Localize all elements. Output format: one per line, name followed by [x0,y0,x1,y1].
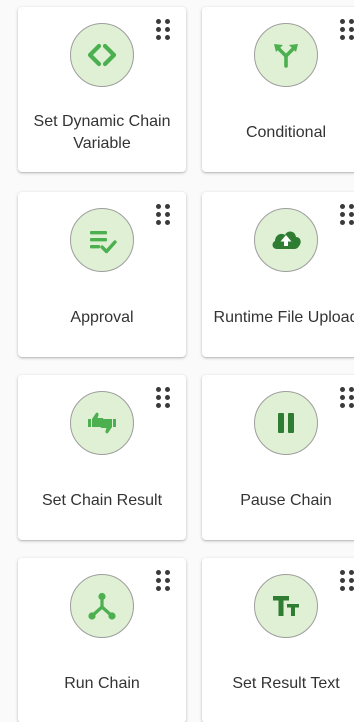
drag-handle-icon[interactable] [156,570,172,592]
thumbs-up-down-icon [70,391,134,455]
card-label: Approval [70,309,134,326]
card-approval[interactable]: Approval [18,192,186,357]
text-size-icon [254,574,318,638]
cloud-upload-icon [254,208,318,272]
branch-nodes-icon [70,574,134,638]
code-brackets-icon [70,23,134,87]
card-label: Run Chain [64,675,140,692]
card-conditional[interactable]: Conditional [202,7,354,172]
card-label: Conditional [245,124,327,141]
drag-handle-icon[interactable] [340,204,354,226]
list-check-icon [70,208,134,272]
card-label: Set Chain Result [41,492,163,509]
drag-handle-icon[interactable] [340,19,354,41]
card-set-dynamic-chain-variable[interactable]: Set Dynamic Chain Variable [18,7,186,172]
drag-handle-icon[interactable] [340,387,354,409]
card-set-result-text[interactable]: Set Result Text [202,558,354,722]
fork-arrows-icon [254,23,318,87]
card-pause-chain[interactable]: Pause Chain [202,375,354,540]
drag-handle-icon[interactable] [156,204,172,226]
card-run-chain[interactable]: Run Chain [18,558,186,722]
card-label: Pause Chain [240,492,332,509]
drag-handle-icon[interactable] [156,19,172,41]
drag-handle-icon[interactable] [340,570,354,592]
action-palette: Set Dynamic Chain Variable Conditional A… [0,0,354,722]
card-label: Set Dynamic Chain Variable [33,113,171,152]
pause-icon [254,391,318,455]
card-label: Set Result Text [232,675,340,692]
card-runtime-file-upload[interactable]: Runtime File Upload [202,192,354,357]
card-set-chain-result[interactable]: Set Chain Result [18,375,186,540]
drag-handle-icon[interactable] [156,387,172,409]
card-label: Runtime File Upload [213,309,354,326]
